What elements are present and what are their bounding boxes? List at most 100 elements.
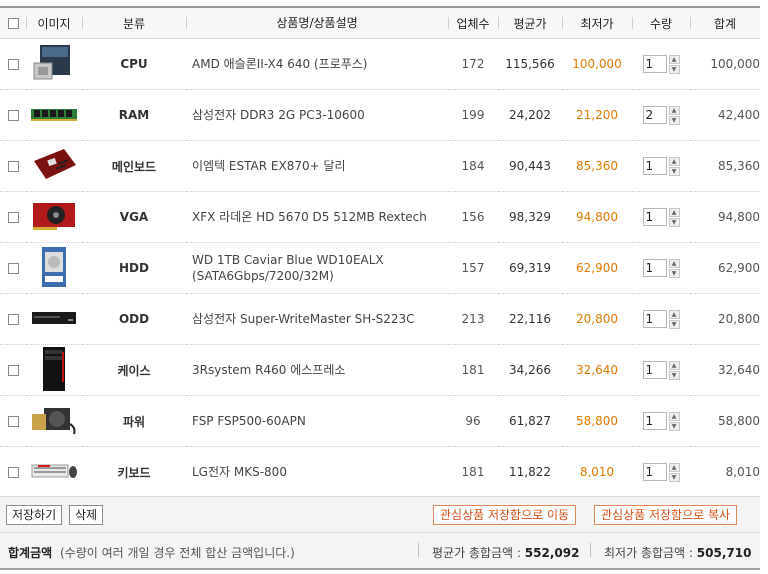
- quantity-input[interactable]: [642, 361, 667, 379]
- product-name-line: LG전자 MKS-800: [192, 465, 287, 479]
- row-checkbox[interactable]: [7, 212, 19, 223]
- increase-arrow-icon[interactable]: ▲: [668, 258, 680, 268]
- row-select: [0, 344, 26, 396]
- row-total: 94,800: [690, 191, 760, 243]
- avg-total: 평균가 총합금액 : 552,092: [432, 544, 579, 561]
- row-select: [0, 293, 26, 345]
- table-row: 키보드LG전자 MKS-80018111,8228,010▲▼8,010: [0, 446, 760, 498]
- category-label: HDD: [82, 242, 186, 294]
- decrease-arrow-icon[interactable]: ▼: [668, 64, 680, 74]
- product-thumbnail[interactable]: [26, 191, 82, 243]
- quantity-input[interactable]: [642, 55, 667, 73]
- decrease-arrow-icon[interactable]: ▼: [668, 268, 680, 278]
- increase-arrow-icon[interactable]: ▲: [668, 105, 680, 115]
- product-thumbnail[interactable]: [26, 446, 82, 498]
- row-checkbox[interactable]: [7, 365, 19, 376]
- product-thumbnail[interactable]: [26, 344, 82, 396]
- increase-arrow-icon[interactable]: ▲: [668, 156, 680, 166]
- quantity-input[interactable]: [642, 259, 667, 277]
- ram-stick-icon: [26, 104, 82, 127]
- vendor-count: 156: [448, 191, 498, 243]
- power-supply-icon: [26, 404, 82, 439]
- increase-arrow-icon[interactable]: ▲: [668, 411, 680, 421]
- average-price: 61,827: [498, 395, 562, 447]
- category-label: ODD: [82, 293, 186, 345]
- copy-to-wishlist-button[interactable]: 관심상품 저장함으로 복사: [594, 505, 738, 525]
- spinner: ▲ ▼: [668, 105, 680, 125]
- quantity-cell: ▲▼: [632, 89, 690, 141]
- row-checkbox[interactable]: [7, 110, 19, 121]
- row-total: 62,900: [690, 242, 760, 294]
- row-total: 20,800: [690, 293, 760, 345]
- row-checkbox[interactable]: [7, 263, 19, 274]
- quantity-input[interactable]: [642, 412, 667, 430]
- row-checkbox[interactable]: [7, 59, 19, 70]
- row-total: 58,800: [690, 395, 760, 447]
- product-thumbnail[interactable]: [26, 38, 82, 90]
- row-total: 85,360: [690, 140, 760, 192]
- product-name[interactable]: XFX 라데온 HD 5670 D5 512MB Rextech: [186, 191, 448, 243]
- row-select: [0, 38, 26, 90]
- quantity-input[interactable]: [642, 106, 667, 124]
- product-name[interactable]: LG전자 MKS-800: [186, 446, 448, 498]
- quantity-input[interactable]: [642, 463, 667, 481]
- increase-arrow-icon[interactable]: ▲: [668, 462, 680, 472]
- product-thumbnail[interactable]: [26, 395, 82, 447]
- decrease-arrow-icon[interactable]: ▼: [668, 115, 680, 125]
- product-name[interactable]: 삼성전자 DDR3 2G PC3-10600: [186, 89, 448, 141]
- lowest-price: 8,010: [562, 446, 632, 498]
- save-button[interactable]: 저장하기: [6, 505, 63, 525]
- action-bar: 저장하기 삭제 관심상품 저장함으로 이동 관심상품 저장함으로 복사: [0, 496, 760, 533]
- delete-button[interactable]: 삭제: [69, 505, 104, 525]
- product-name-line: 이엠텍 ESTAR EX870+ 달리: [192, 159, 346, 173]
- product-name[interactable]: FSP FSP500-60APN: [186, 395, 448, 447]
- decrease-arrow-icon[interactable]: ▼: [668, 370, 680, 380]
- decrease-arrow-icon[interactable]: ▼: [668, 319, 680, 329]
- select-all-checkbox[interactable]: [7, 18, 19, 29]
- move-to-wishlist-button[interactable]: 관심상품 저장함으로 이동: [433, 505, 577, 525]
- average-price: 24,202: [498, 89, 562, 141]
- quantity-input[interactable]: [642, 208, 667, 226]
- decrease-arrow-icon[interactable]: ▼: [668, 217, 680, 227]
- increase-arrow-icon[interactable]: ▲: [668, 360, 680, 370]
- motherboard-icon: [26, 147, 82, 186]
- decrease-arrow-icon[interactable]: ▼: [668, 421, 680, 431]
- product-name-line: FSP FSP500-60APN: [192, 414, 306, 428]
- decrease-arrow-icon[interactable]: ▼: [668, 472, 680, 482]
- col-product: 상품명/상품설명: [186, 6, 448, 39]
- row-checkbox[interactable]: [7, 314, 19, 325]
- vendor-count: 181: [448, 344, 498, 396]
- product-thumbnail[interactable]: [26, 89, 82, 141]
- product-name[interactable]: 3Rsystem R460 에스프레소: [186, 344, 448, 396]
- increase-arrow-icon[interactable]: ▲: [668, 207, 680, 217]
- product-name[interactable]: 삼성전자 Super-WriteMaster SH-S223C: [186, 293, 448, 345]
- increase-arrow-icon[interactable]: ▲: [668, 309, 680, 319]
- increase-arrow-icon[interactable]: ▲: [668, 54, 680, 64]
- average-price: 22,116: [498, 293, 562, 345]
- col-quantity: 수량: [632, 6, 690, 39]
- category-label: 키보드: [82, 446, 186, 498]
- product-name-line: WD 1TB Caviar Blue WD10EALX: [192, 253, 384, 267]
- quantity-input[interactable]: [642, 157, 667, 175]
- product-thumbnail[interactable]: [26, 293, 82, 345]
- table-header: 이미지 분류 상품명/상품설명 업체수 평균가 최저가 수량 합계: [0, 6, 760, 39]
- decrease-arrow-icon[interactable]: ▼: [668, 166, 680, 176]
- row-checkbox[interactable]: [7, 467, 19, 478]
- row-checkbox[interactable]: [7, 161, 19, 172]
- product-name[interactable]: 이엠텍 ESTAR EX870+ 달리: [186, 140, 448, 192]
- row-checkbox[interactable]: [7, 416, 19, 427]
- product-name[interactable]: AMD 애슬론II-X4 640 (프로푸스): [186, 38, 448, 90]
- low-total-value: 505,710: [696, 546, 752, 560]
- category-label: CPU: [82, 38, 186, 90]
- product-name-line: AMD 애슬론II-X4 640 (프로푸스): [192, 57, 368, 71]
- product-thumbnail[interactable]: [26, 242, 82, 294]
- product-name[interactable]: WD 1TB Caviar Blue WD10EALX (SATA6Gbps/72…: [186, 242, 448, 294]
- product-name-line: 3Rsystem R460 에스프레소: [192, 363, 346, 377]
- quantity-input[interactable]: [642, 310, 667, 328]
- quantity-cell: ▲▼: [632, 38, 690, 90]
- row-select: [0, 191, 26, 243]
- col-total: 합계: [690, 6, 760, 39]
- col-low-price: 최저가: [562, 6, 632, 39]
- col-category: 분류: [82, 6, 186, 39]
- product-thumbnail[interactable]: [26, 140, 82, 192]
